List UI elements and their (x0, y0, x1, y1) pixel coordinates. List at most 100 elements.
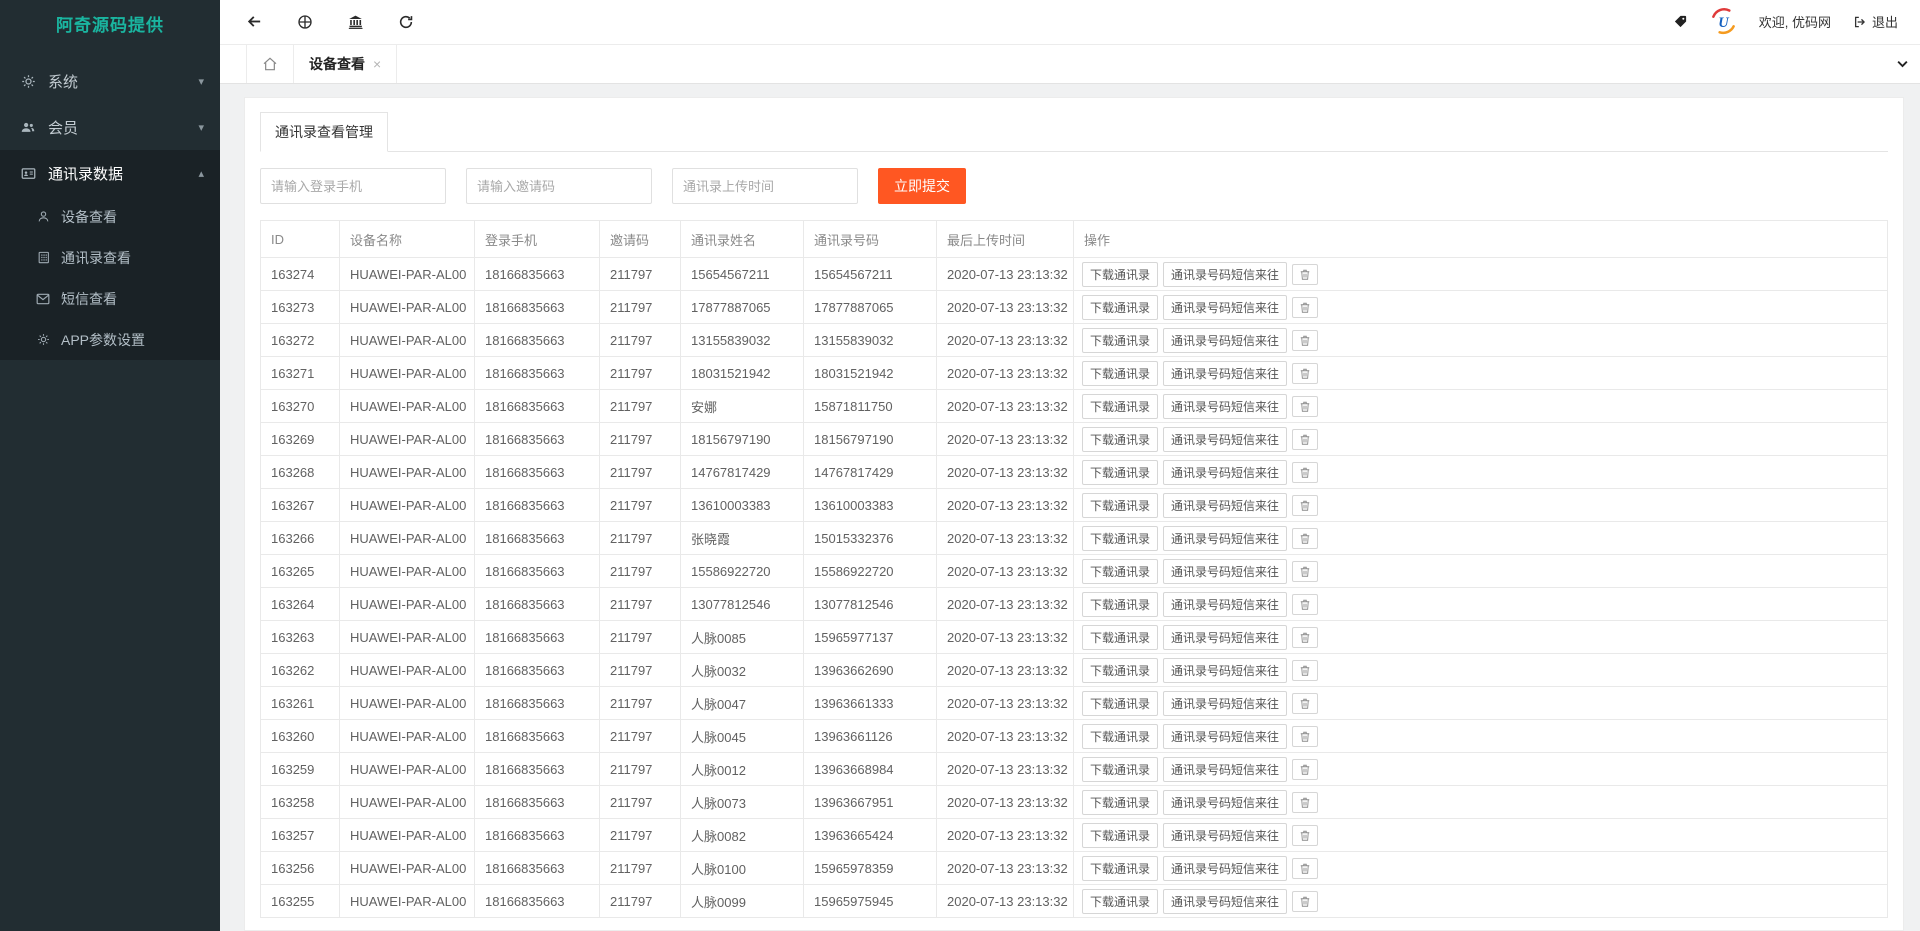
sms-history-button[interactable]: 通讯录号码短信来往 (1163, 592, 1287, 617)
cell-device-name: HUAWEI-PAR-AL00 (340, 654, 475, 687)
download-contacts-button[interactable]: 下载通讯录 (1082, 757, 1158, 782)
chevron-down-icon[interactable] (1895, 45, 1910, 83)
delete-button[interactable] (1292, 825, 1318, 846)
close-icon[interactable]: × (373, 56, 381, 72)
delete-button[interactable] (1292, 297, 1318, 318)
download-contacts-button[interactable]: 下载通讯录 (1082, 295, 1158, 320)
cell-last-upload-time: 2020-07-13 23:13:32 (937, 819, 1074, 852)
sidebar-item-system[interactable]: 系统 ▾ (0, 58, 220, 104)
delete-button[interactable] (1292, 858, 1318, 879)
delete-button[interactable] (1292, 429, 1318, 450)
delete-button[interactable] (1292, 594, 1318, 615)
sidebar-item-members[interactable]: 会员 ▾ (0, 104, 220, 150)
sms-history-button[interactable]: 通讯录号码短信来往 (1163, 526, 1287, 551)
sidebar-item-contacts-view[interactable]: 通讯录查看 (0, 237, 220, 278)
cell-invite-code: 211797 (600, 885, 681, 918)
cell-last-upload-time: 2020-07-13 23:13:32 (937, 852, 1074, 885)
download-contacts-button[interactable]: 下载通讯录 (1082, 328, 1158, 353)
cell-contact-name: 人脉0045 (681, 720, 804, 753)
sms-history-button[interactable]: 通讯录号码短信来往 (1163, 559, 1287, 584)
sms-history-button[interactable]: 通讯录号码短信来往 (1163, 823, 1287, 848)
delete-button[interactable] (1292, 396, 1318, 417)
delete-button[interactable] (1292, 693, 1318, 714)
delete-button[interactable] (1292, 759, 1318, 780)
invite-code-input[interactable] (466, 168, 652, 204)
delete-button[interactable] (1292, 792, 1318, 813)
download-contacts-button[interactable]: 下载通讯录 (1082, 856, 1158, 881)
sms-history-button[interactable]: 通讯录号码短信来往 (1163, 493, 1287, 518)
sms-history-button[interactable]: 通讯录号码短信来往 (1163, 856, 1287, 881)
refresh-icon[interactable] (398, 14, 414, 30)
table-row: 163266 HUAWEI-PAR-AL00 18166835663 21179… (261, 522, 1888, 555)
cell-id: 163264 (261, 588, 340, 621)
cell-contact-name: 人脉0012 (681, 753, 804, 786)
cell-contact-number: 14767817429 (804, 456, 937, 489)
download-contacts-button[interactable]: 下载通讯录 (1082, 658, 1158, 683)
delete-button[interactable] (1292, 627, 1318, 648)
download-contacts-button[interactable]: 下载通讯录 (1082, 427, 1158, 452)
sms-history-button[interactable]: 通讯录号码短信来往 (1163, 658, 1287, 683)
tab-device-view[interactable]: 设备查看 × (294, 45, 397, 83)
sms-history-button[interactable]: 通讯录号码短信来往 (1163, 328, 1287, 353)
panel-tab-contacts-management[interactable]: 通讯录查看管理 (260, 112, 388, 152)
sms-history-button[interactable]: 通讯录号码短信来往 (1163, 361, 1287, 386)
sidebar-item-sms-view[interactable]: 短信查看 (0, 278, 220, 319)
sms-history-button[interactable]: 通讯录号码短信来往 (1163, 295, 1287, 320)
download-contacts-button[interactable]: 下载通讯录 (1082, 526, 1158, 551)
tag-icon[interactable] (1673, 14, 1688, 29)
sms-history-button[interactable]: 通讯录号码短信来往 (1163, 625, 1287, 650)
trash-icon (1299, 400, 1311, 413)
cell-contact-name: 人脉0099 (681, 885, 804, 918)
fullscreen-icon[interactable] (297, 14, 313, 30)
download-contacts-button[interactable]: 下载通讯录 (1082, 262, 1158, 287)
delete-button[interactable] (1292, 495, 1318, 516)
sms-history-button[interactable]: 通讯录号码短信来往 (1163, 262, 1287, 287)
sidebar-item-app-settings[interactable]: APP参数设置 (0, 319, 220, 360)
delete-button[interactable] (1292, 330, 1318, 351)
delete-button[interactable] (1292, 660, 1318, 681)
sms-history-button[interactable]: 通讯录号码短信来往 (1163, 790, 1287, 815)
sms-history-button[interactable]: 通讯录号码短信来往 (1163, 460, 1287, 485)
cell-last-upload-time: 2020-07-13 23:13:32 (937, 720, 1074, 753)
download-contacts-button[interactable]: 下载通讯录 (1082, 790, 1158, 815)
download-contacts-button[interactable]: 下载通讯录 (1082, 361, 1158, 386)
sms-history-button[interactable]: 通讯录号码短信来往 (1163, 889, 1287, 914)
download-contacts-button[interactable]: 下载通讯录 (1082, 625, 1158, 650)
delete-button[interactable] (1292, 726, 1318, 747)
delete-button[interactable] (1292, 561, 1318, 582)
submit-button[interactable]: 立即提交 (878, 168, 966, 204)
sms-history-button[interactable]: 通讯录号码短信来往 (1163, 394, 1287, 419)
download-contacts-button[interactable]: 下载通讯录 (1082, 724, 1158, 749)
delete-button[interactable] (1292, 462, 1318, 483)
sidebar-item-contacts-data[interactable]: 通讯录数据 ▴ (0, 150, 220, 196)
cell-invite-code: 211797 (600, 423, 681, 456)
sms-history-button[interactable]: 通讯录号码短信来往 (1163, 724, 1287, 749)
download-contacts-button[interactable]: 下载通讯录 (1082, 394, 1158, 419)
login-phone-input[interactable] (260, 168, 446, 204)
cell-last-upload-time: 2020-07-13 23:13:32 (937, 258, 1074, 291)
download-contacts-button[interactable]: 下载通讯录 (1082, 889, 1158, 914)
download-contacts-button[interactable]: 下载通讯录 (1082, 691, 1158, 716)
trash-icon (1299, 499, 1311, 512)
download-contacts-button[interactable]: 下载通讯录 (1082, 460, 1158, 485)
sms-history-button[interactable]: 通讯录号码短信来往 (1163, 427, 1287, 452)
delete-button[interactable] (1292, 363, 1318, 384)
delete-button[interactable] (1292, 528, 1318, 549)
download-contacts-button[interactable]: 下载通讯录 (1082, 592, 1158, 617)
bank-icon[interactable] (347, 14, 364, 30)
cell-login-phone: 18166835663 (475, 489, 600, 522)
download-contacts-button[interactable]: 下载通讯录 (1082, 823, 1158, 848)
upload-time-input[interactable] (672, 168, 858, 204)
sidebar-item-device-view[interactable]: 设备查看 (0, 196, 220, 237)
tab-home[interactable] (246, 45, 294, 83)
table-row: 163256 HUAWEI-PAR-AL00 18166835663 21179… (261, 852, 1888, 885)
sms-history-button[interactable]: 通讯录号码短信来往 (1163, 757, 1287, 782)
sms-history-button[interactable]: 通讯录号码短信来往 (1163, 691, 1287, 716)
download-contacts-button[interactable]: 下载通讯录 (1082, 559, 1158, 584)
back-icon[interactable] (246, 13, 263, 30)
delete-button[interactable] (1292, 264, 1318, 285)
delete-button[interactable] (1292, 891, 1318, 912)
trash-icon (1299, 796, 1311, 809)
logout-button[interactable]: 退出 (1853, 12, 1898, 31)
download-contacts-button[interactable]: 下载通讯录 (1082, 493, 1158, 518)
